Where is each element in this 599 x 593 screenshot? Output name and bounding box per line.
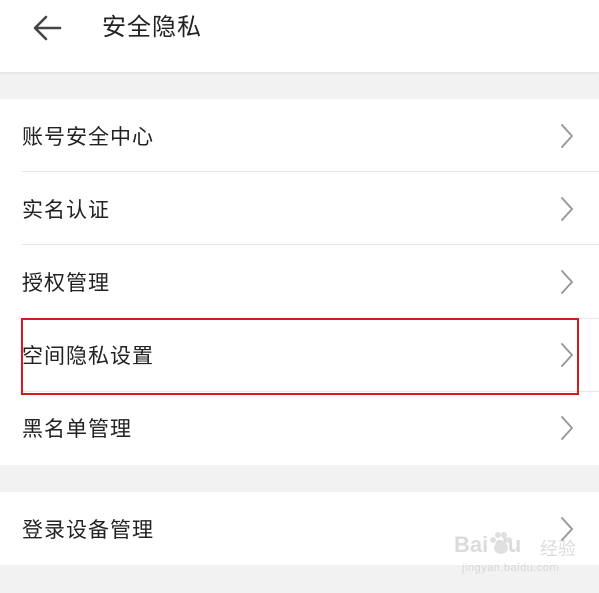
- chevron-right-icon: [558, 414, 576, 442]
- top-bar: 安全隐私: [0, 0, 599, 72]
- chevron-right-icon: [558, 195, 576, 223]
- row-label: 空间隐私设置: [22, 344, 154, 369]
- chevron-right-icon: [558, 268, 576, 296]
- row-label: 实名认证: [22, 197, 110, 222]
- chevron-right-icon: [558, 341, 576, 369]
- settings-group-primary: 账号安全中心 实名认证 授权管理 空间隐私设置 黑名单管理: [0, 99, 599, 465]
- arrow-left-icon: [33, 15, 62, 41]
- row-label: 黑名单管理: [22, 417, 132, 442]
- settings-row-space-privacy[interactable]: 空间隐私设置: [0, 319, 599, 392]
- row-label: 授权管理: [22, 270, 110, 295]
- chevron-right-icon: [558, 122, 576, 150]
- row-label: 账号安全中心: [22, 124, 154, 149]
- settings-row-blacklist[interactable]: 黑名单管理: [0, 392, 599, 465]
- settings-row-real-name[interactable]: 实名认证: [0, 172, 599, 246]
- settings-row-account-security[interactable]: 账号安全中心: [0, 99, 599, 173]
- settings-row-login-devices[interactable]: 登录设备管理: [0, 492, 599, 565]
- settings-group-devices: 登录设备管理: [0, 492, 599, 565]
- back-button[interactable]: [26, 8, 70, 48]
- row-label: 登录设备管理: [22, 517, 154, 542]
- settings-row-authorization[interactable]: 授权管理: [0, 245, 599, 319]
- page-title: 安全隐私: [102, 13, 202, 41]
- chevron-right-icon: [558, 515, 576, 543]
